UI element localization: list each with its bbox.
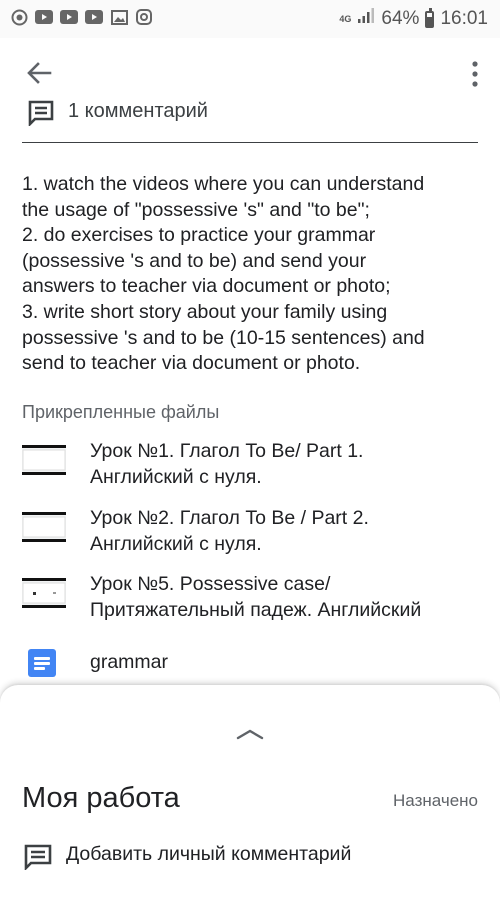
attachment-title-line: Урок №1. Глагол To Be/ Part 1. [90, 440, 364, 462]
clock: 16:01 [440, 8, 488, 29]
attachments-heading: Прикрепленные файлы [22, 402, 220, 422]
battery-percent: 64% [381, 8, 420, 29]
status-indicators: 4G 64% 16:01 [339, 7, 488, 30]
video-thumbnail-icon [22, 445, 66, 475]
description-line: 3. write short story about your family u… [22, 300, 388, 323]
my-work-sheet: Моя работа Назначено Добавить личный ком… [0, 685, 500, 905]
divider [22, 142, 478, 143]
assignment-status: Назначено [393, 791, 478, 810]
youtube-icon [60, 9, 78, 25]
attachment-title: grammar [90, 651, 169, 673]
comment-icon [28, 100, 54, 126]
description-line: 1. watch the videos where you can unders… [22, 173, 425, 195]
attachment-title: Урок №2. Глагол To Be / Part 2. Английск… [90, 506, 369, 557]
attachment-video-1[interactable]: Урок №1. Глагол To Be/ Part 1. Английски… [22, 439, 482, 495]
instagram-icon [135, 9, 153, 25]
description-line: the usage of "possessive 's" and "to be"… [22, 198, 370, 221]
network-type: 4G [339, 13, 352, 24]
attachment-title-line: Английский с нуля. [90, 532, 262, 555]
add-private-comment-label: Добавить личный комментарий [66, 843, 352, 865]
gallery-icon [110, 9, 128, 25]
youtube-icon [35, 9, 53, 25]
attachment-title-line: Урок №2. Глагол To Be / Part 2. [90, 507, 369, 529]
description-line: answers to teacher via document or photo… [22, 275, 391, 298]
chevron-up-icon[interactable] [235, 727, 265, 741]
battery-icon [425, 7, 435, 28]
description-line: possessive 's and to be (10-15 sentences… [22, 326, 425, 349]
attachment-title: Урок №5. Possessive case/ Притяжательный… [90, 572, 421, 623]
comment-icon [24, 844, 52, 872]
youtube-icon [85, 9, 103, 25]
app-bar [0, 38, 500, 104]
class-comments-row[interactable]: 1 комментарий [22, 96, 482, 126]
add-private-comment-button[interactable]: Добавить личный комментарий [22, 840, 482, 874]
attachment-title-line: Английский с нуля. [90, 465, 262, 488]
assignment-description: 1. watch the videos where you can unders… [22, 172, 478, 377]
my-work-title: Моя работа [22, 782, 180, 814]
whatsapp-icon [10, 9, 28, 25]
attachment-title-line: Урок №5. Possessive case/ [90, 573, 331, 595]
arrow-back-icon[interactable] [24, 58, 54, 88]
video-thumbnail-icon [22, 578, 66, 608]
status-bar: 4G 64% 16:01 [0, 0, 500, 38]
video-thumbnail-icon [22, 512, 66, 542]
description-line: 2. do exercises to practice your grammar [22, 224, 376, 247]
google-docs-icon [28, 649, 56, 677]
attachment-title-line: Притяжательный падеж. Английский [90, 598, 422, 621]
more-vert-icon[interactable] [470, 60, 480, 88]
attachment-title: Урок №1. Глагол To Be/ Part 1. Английски… [90, 439, 363, 490]
description-line: (possessive 's and to be) and send your [22, 249, 367, 272]
description-line: send to teacher via document or photo. [22, 352, 361, 375]
attachment-video-2[interactable]: Урок №2. Глагол To Be / Part 2. Английск… [22, 506, 482, 562]
attachment-video-3[interactable]: Урок №5. Possessive case/ Притяжательный… [22, 572, 482, 628]
notification-icons [10, 9, 153, 25]
comments-count-label: 1 комментарий [68, 100, 208, 122]
signal-icon [357, 8, 375, 30]
